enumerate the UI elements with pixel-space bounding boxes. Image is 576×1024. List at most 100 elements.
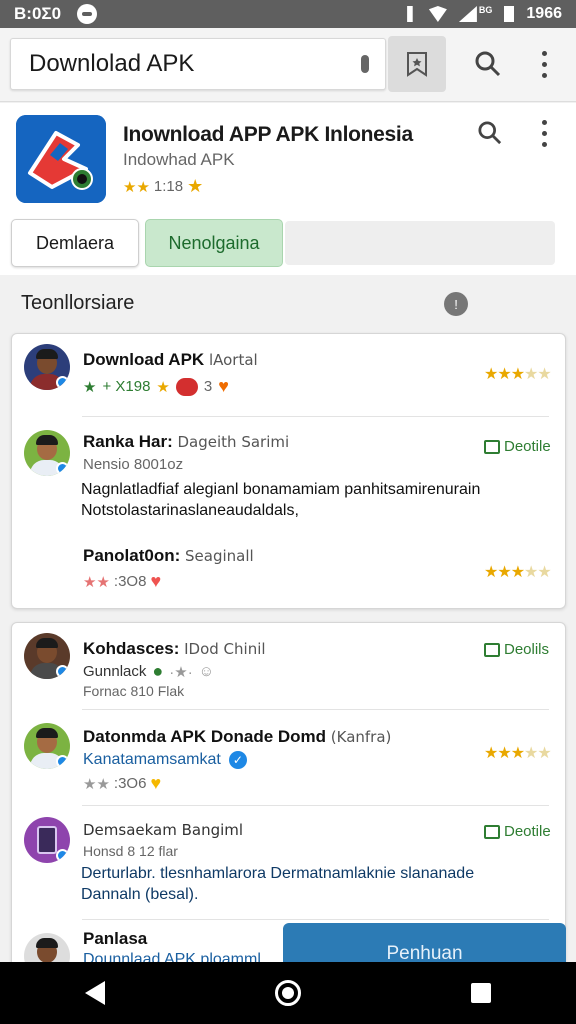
app-header: Inownload APP APK Inlonesia Indowhad APK… <box>0 103 576 275</box>
verified-icon: ✓ <box>228 751 247 769</box>
vibrate-icon <box>407 6 413 22</box>
detail-icon <box>484 824 500 839</box>
detail-button[interactable]: Deolils <box>484 641 549 658</box>
bookmark-button[interactable] <box>388 36 446 92</box>
section-title: Teonllorsiare <box>21 292 135 314</box>
review-meta: Kanatamamsamkat ✓ <box>83 751 247 769</box>
app-title: Inownload APP APK Inlonesia <box>123 123 413 146</box>
app-search-button[interactable] <box>470 113 510 153</box>
more-options-button[interactable] <box>524 44 564 84</box>
star-icon: ★ <box>156 378 170 396</box>
tab-first-label: Demlaera <box>35 232 115 253</box>
reviewer-name-text: Ranka Har: <box>83 432 173 451</box>
detail-icon <box>484 642 500 657</box>
app-more-button[interactable] <box>524 113 564 153</box>
review-meta-text: Kanatamamsamkat <box>83 751 221 768</box>
award-icon: ★ <box>187 176 204 196</box>
review-meta-count: :3O6 <box>113 775 147 792</box>
review-meta-text: Gunnlack <box>83 663 147 680</box>
tab-placeholder <box>285 221 555 265</box>
back-icon[interactable] <box>85 981 105 1005</box>
detail-button[interactable]: Deotile <box>484 438 551 455</box>
review-meta-text: :3O8 <box>113 573 147 590</box>
avatar <box>24 344 70 390</box>
reviewer-name-extra: IDod Chinil <box>184 640 266 658</box>
tab-second[interactable]: Nenolgaina <box>145 219 283 267</box>
avatar <box>24 633 70 679</box>
reviewer-name: Datonmda APK Donade Domd (Kanfra) <box>83 727 391 747</box>
reviewer-name-extra: Dageith Sarimi <box>177 433 290 451</box>
notification-icon <box>77 4 98 24</box>
review-card: Download APK lAortal ★ + X198 ★ 3 ♥ ★★★★… <box>11 333 566 609</box>
heart-icon: ♥ <box>150 571 162 591</box>
status-time: B:0Σ0 <box>14 4 62 23</box>
smile-icon: ☺ <box>198 663 215 680</box>
info-icon[interactable]: ! <box>444 292 468 316</box>
reviewer-name-text: Download APK <box>83 350 205 369</box>
home-icon[interactable] <box>275 980 301 1006</box>
wifi-icon <box>428 6 447 22</box>
avatar <box>24 723 70 769</box>
search-input[interactable]: Downlolad APK <box>10 38 386 90</box>
reviewer-name-extra: (Kanfra) <box>330 728 392 746</box>
search-bar: Downlolad APK <box>0 28 576 102</box>
review-meta: ★★ :3O8 ♥ <box>83 571 161 592</box>
detail-label: Deotile <box>504 823 551 840</box>
heart-icon: ♥ <box>218 376 229 396</box>
rating-stars: ★★★★★ <box>484 564 552 581</box>
signal-icon <box>458 6 477 22</box>
review-text: Nagnlatladfiaf alegianl bonamamiam panhi… <box>81 481 481 519</box>
review-meta-count: 3 <box>203 378 213 395</box>
rating-stars: ★★★★★ <box>484 366 552 383</box>
review-meta-secondary: ★★ :3O6 ♥ <box>83 773 161 794</box>
phone-icon <box>37 826 57 854</box>
search-button[interactable] <box>468 44 508 84</box>
review-meta: ★ + X198 ★ 3 ♥ <box>83 376 229 397</box>
face-icon <box>175 377 198 396</box>
app-subtitle: Indowhad APK <box>123 150 235 169</box>
network-type: BG <box>478 5 493 15</box>
star-icon: ★★ <box>83 775 110 793</box>
reviewer-name: Demsaekam Bangiml <box>83 821 243 839</box>
reviewer-name-extra: lAortal <box>208 351 258 369</box>
recent-apps-icon[interactable] <box>471 983 491 1003</box>
app-rating-value: 1:18 <box>153 178 184 195</box>
review-meta: Honsd 8 12 flar <box>83 843 178 859</box>
app-logo <box>16 115 106 203</box>
review-meta-text: + X198 <box>102 378 151 395</box>
mic-icon[interactable] <box>361 55 369 73</box>
reviewer-name-extra: Seaginall <box>185 547 254 565</box>
review-text: Derturlabr. tlesnhamlarora Dermatnamlakn… <box>81 865 475 903</box>
detail-label: Deolils <box>504 641 550 658</box>
app-rating: ★★ 1:18 ★ <box>123 176 203 197</box>
status-right-text: 1966 <box>526 5 562 22</box>
reviewer-name-text: Panlasa <box>83 929 148 948</box>
bookmark-icon <box>407 52 427 77</box>
search-icon <box>478 121 502 145</box>
review-meta-secondary: Fornac 810 Flak <box>83 683 185 699</box>
reviewer-name: Kohdasces: IDod Chinil <box>83 639 266 659</box>
reviewer-name: Download APK lAortal <box>83 350 258 370</box>
detail-button[interactable]: Deotile <box>484 823 551 840</box>
avatar <box>24 817 70 863</box>
detail-label: Deotile <box>504 438 551 455</box>
star-icon: ·★· <box>169 663 193 681</box>
reviewer-name: Ranka Har: Dageith Sarimi <box>83 432 289 452</box>
avatar <box>24 430 70 476</box>
reviewer-name-text: Demsaekam Bangiml <box>83 821 244 839</box>
system-nav-bar <box>0 962 576 1024</box>
reviewer-name-text: Panolat0on: <box>83 546 181 565</box>
star-icon: ★★ <box>83 573 110 591</box>
tab-second-label: Nenolgaina <box>168 232 260 253</box>
heart-icon: ♥ <box>150 773 162 793</box>
reviewer-name: Panlasa <box>83 929 147 949</box>
tab-first[interactable]: Demlaera <box>11 219 139 267</box>
star-icon: ★★ <box>123 178 150 196</box>
leaf-icon: ● <box>152 661 164 681</box>
reviewer-name-text: Kohdasces: <box>83 639 180 658</box>
battery-icon <box>504 6 515 22</box>
rating-stars: ★★★★★ <box>484 745 552 762</box>
search-input-value: Downlolad APK <box>29 50 195 77</box>
status-bar: B:0Σ0 BG 1966 <box>0 0 576 28</box>
review-meta: Gunnlack ● ·★· ☺ <box>83 661 214 682</box>
